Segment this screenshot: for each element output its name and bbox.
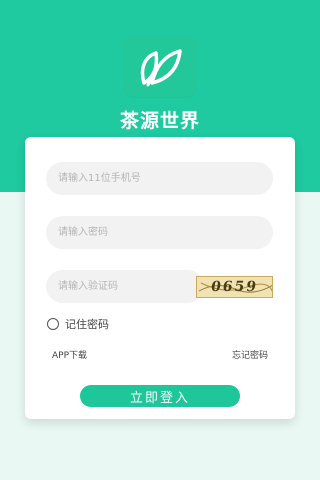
remember-checkbox[interactable] — [47, 318, 59, 330]
remember-label: 记住密码 — [65, 318, 109, 331]
app-title: 茶源世界 — [119, 110, 200, 132]
forgot-password-link[interactable]: 忘记密码 — [232, 348, 268, 361]
leaf-icon — [140, 49, 182, 87]
remember-password[interactable]: 记住密码 — [47, 316, 109, 332]
login-button[interactable]: 立即登入 — [80, 385, 240, 407]
captcha-code: 0659 — [209, 279, 260, 295]
captcha-input[interactable] — [46, 270, 204, 303]
app-logo — [123, 35, 197, 97]
phone-input[interactable] — [46, 162, 273, 195]
app-download-link[interactable]: APP下载 — [52, 348, 87, 361]
login-card: 0659 记住密码 APP下载 忘记密码 立即登入 — [25, 137, 295, 419]
password-input[interactable] — [46, 216, 273, 249]
captcha-image[interactable]: 0659 — [196, 276, 273, 298]
